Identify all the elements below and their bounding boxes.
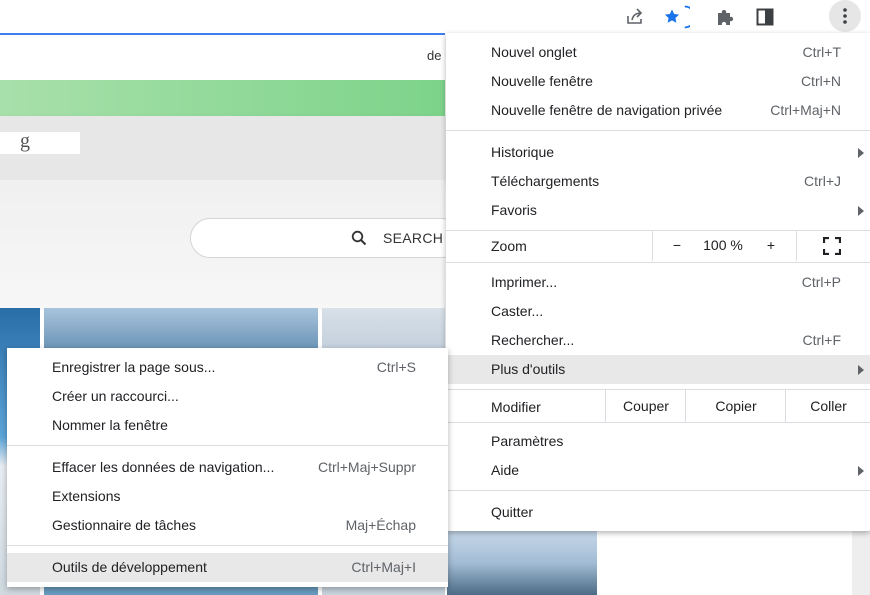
browser-toolbar	[0, 0, 870, 33]
menu-item-print[interactable]: Imprimer... Ctrl+P	[446, 268, 870, 297]
submenu-item-save-page[interactable]: Enregistrer la page sous... Ctrl+S	[7, 353, 448, 382]
menu-separator	[446, 490, 870, 491]
menu-item-cast[interactable]: Caster...	[446, 297, 870, 326]
page-partial-text: de	[427, 48, 442, 63]
kebab-menu-icon[interactable]	[829, 0, 861, 32]
submenu-item-clear-browsing-data[interactable]: Effacer les données de navigation... Ctr…	[7, 453, 448, 482]
menu-item-label: Créer un raccourci...	[52, 388, 179, 404]
menu-item-label: Quitter	[491, 504, 534, 520]
menu-item-label: Extensions	[52, 488, 121, 504]
menu-item-label: Caster...	[491, 303, 544, 319]
green-banner	[0, 80, 445, 116]
menu-item-shortcut: Ctrl+J	[804, 173, 841, 189]
grey-panel: g	[0, 116, 445, 180]
menu-item-bookmarks[interactable]: Favoris	[446, 196, 870, 225]
side-panel-icon[interactable]	[750, 2, 780, 32]
share-icon[interactable]	[620, 2, 650, 32]
menu-item-label: Favoris	[491, 202, 537, 218]
menu-item-label: Paramètres	[491, 433, 564, 449]
menu-item-shortcut: Ctrl+F	[802, 332, 842, 348]
submenu-item-task-manager[interactable]: Gestionnaire de tâches Maj+Échap	[7, 511, 448, 540]
menu-item-new-window[interactable]: Nouvelle fenêtre Ctrl+N	[446, 67, 870, 96]
menu-item-label: Gestionnaire de tâches	[52, 517, 196, 533]
menu-item-label: Aide	[491, 462, 520, 478]
star-icon[interactable]	[660, 2, 690, 32]
search-label: SEARCH	[383, 230, 444, 246]
menu-item-label: Téléchargements	[491, 173, 600, 189]
menu-item-shortcut: Ctrl+Maj+N	[770, 102, 841, 118]
puzzle-icon[interactable]	[710, 2, 740, 32]
menu-separator	[7, 445, 448, 446]
submenu-item-developer-tools[interactable]: Outils de développement Ctrl+Maj+I	[7, 553, 448, 582]
menu-separator	[446, 422, 870, 423]
menu-item-shortcut: Maj+Échap	[345, 517, 416, 533]
page-search-box[interactable]: SEARCH	[190, 218, 462, 258]
menu-item-shortcut: Ctrl+P	[801, 274, 841, 290]
menu-item-help[interactable]: Aide	[446, 456, 870, 485]
submenu-item-create-shortcut[interactable]: Créer un raccourci...	[7, 382, 448, 411]
submenu-item-name-window[interactable]: Nommer la fenêtre	[7, 411, 448, 440]
menu-item-label: Nouvelle fenêtre de navigation privée	[491, 102, 723, 118]
menu-separator	[446, 262, 870, 263]
menu-item-label: Effacer les données de navigation...	[52, 459, 275, 475]
cut-button[interactable]: Couper	[605, 390, 686, 422]
search-icon	[351, 230, 367, 249]
menu-item-new-tab[interactable]: Nouvel onglet Ctrl+T	[446, 38, 870, 67]
chevron-right-icon	[858, 466, 864, 476]
more-tools-submenu: Enregistrer la page sous... Ctrl+S Créer…	[7, 348, 448, 587]
menu-item-new-incognito-window[interactable]: Nouvelle fenêtre de navigation privée Ct…	[446, 96, 870, 125]
menu-item-label: Nouvelle fenêtre	[491, 73, 593, 89]
menu-item-label: Plus d'outils	[491, 361, 566, 377]
white-box	[0, 132, 80, 154]
chevron-right-icon	[858, 365, 864, 375]
menu-item-shortcut: Ctrl+Maj+Suppr	[317, 459, 416, 475]
zoom-label: Zoom	[491, 238, 527, 254]
menu-item-label: Imprimer...	[491, 274, 558, 290]
image-thumbnail[interactable]	[447, 530, 597, 595]
zoom-row: Zoom − 100 % +	[446, 231, 870, 261]
paste-button[interactable]: Coller	[785, 390, 870, 422]
menu-item-shortcut: Ctrl+T	[802, 44, 842, 60]
menu-item-label: Enregistrer la page sous...	[52, 359, 216, 375]
fullscreen-icon[interactable]	[822, 236, 842, 256]
zoom-level: 100 %	[703, 237, 743, 253]
menu-item-settings[interactable]: Paramètres	[446, 427, 870, 456]
menu-item-label: Nommer la fenêtre	[52, 417, 168, 433]
chrome-main-menu: Nouvel onglet Ctrl+T Nouvelle fenêtre Ct…	[446, 33, 870, 531]
menu-item-history[interactable]: Historique	[446, 138, 870, 167]
zoom-out-button[interactable]: −	[669, 237, 685, 253]
menu-item-downloads[interactable]: Téléchargements Ctrl+J	[446, 167, 870, 196]
menu-item-label: Outils de développement	[52, 559, 207, 575]
menu-item-find[interactable]: Rechercher... Ctrl+F	[446, 326, 870, 355]
partial-glyph: g	[20, 130, 30, 152]
chevron-right-icon	[858, 148, 864, 158]
submenu-item-extensions[interactable]: Extensions	[7, 482, 448, 511]
menu-item-more-tools[interactable]: Plus d'outils	[446, 355, 870, 384]
menu-item-shortcut: Ctrl+Maj+I	[351, 559, 416, 575]
menu-item-shortcut: Ctrl+S	[376, 359, 416, 375]
image-thumbnail[interactable]	[852, 530, 870, 595]
edit-row: Modifier Couper Copier Coller	[446, 390, 870, 422]
menu-item-label: Rechercher...	[491, 332, 575, 348]
zoom-controls: − 100 % +	[652, 231, 797, 261]
copy-button[interactable]: Copier	[685, 390, 786, 422]
edit-label: Modifier	[491, 399, 541, 415]
menu-separator	[446, 130, 870, 131]
menu-item-label: Nouvel onglet	[491, 44, 577, 60]
menu-item-quit[interactable]: Quitter	[446, 498, 870, 527]
zoom-in-button[interactable]: +	[763, 237, 779, 253]
chevron-right-icon	[858, 206, 864, 216]
menu-item-label: Historique	[491, 144, 555, 160]
menu-item-shortcut: Ctrl+N	[800, 73, 841, 89]
menu-separator	[7, 545, 448, 546]
